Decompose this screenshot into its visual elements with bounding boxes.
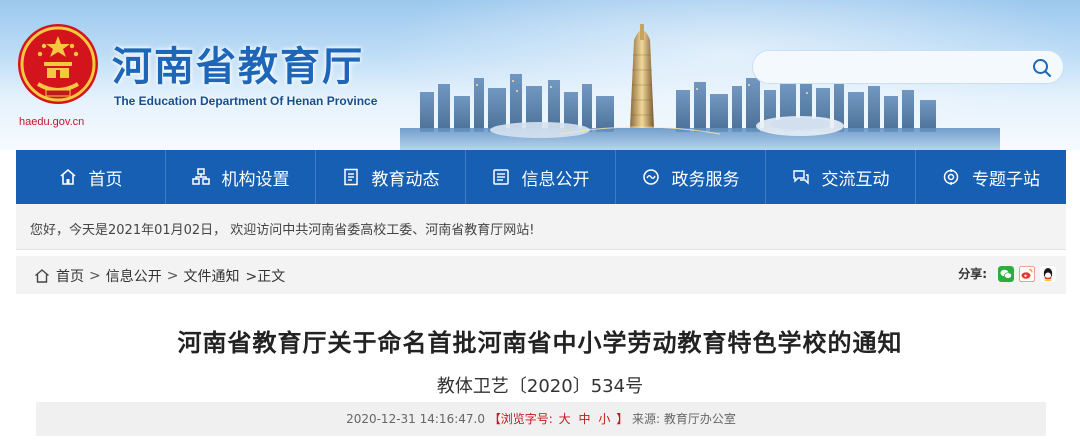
- search-input[interactable]: [767, 57, 1017, 77]
- home-icon: [59, 168, 76, 185]
- nav-item-info[interactable]: 信息公开: [466, 150, 616, 204]
- breadcrumb-home[interactable]: 首页: [56, 266, 84, 286]
- breadcrumb-separator: >: [89, 268, 101, 284]
- breadcrumb-bar: 首页 > 信息公开 > 文件通知 >正文 分享:: [16, 256, 1066, 294]
- fontsize-small[interactable]: 小: [598, 412, 610, 426]
- fontsize-close: 】: [616, 412, 629, 426]
- national-emblem-icon: [18, 24, 98, 104]
- article-meta: 2020-12-31 14:16:47.0 【浏览字号: 大 中 小 】 来源:…: [36, 402, 1046, 436]
- info-icon: [492, 169, 509, 185]
- share-panel: 分享:: [958, 265, 1056, 282]
- header-banner: haedu.gov.cn 河南省教育厅 The Education Depart…: [0, 0, 1080, 150]
- domain-text: haedu.gov.cn: [19, 116, 85, 128]
- nav-item-label: 政务服务: [671, 169, 740, 190]
- nav-item-label: 教育动态: [371, 169, 440, 190]
- nav-item-label: 专题子站: [972, 169, 1040, 190]
- news-icon: [343, 168, 358, 186]
- nav-item-label: 信息公开: [521, 169, 590, 190]
- nav-item-label: 首页: [88, 169, 123, 190]
- breadcrumb-current: >正文: [245, 269, 286, 285]
- nav-item-label: 交流互动: [821, 169, 890, 190]
- nav-item-home[interactable]: 首页: [16, 150, 166, 204]
- qq-icon[interactable]: [1040, 265, 1056, 282]
- welcome-bar: 您好，今天是2021年01月02日， 欢迎访问中共河南省委高校工委、河南省教育厅…: [16, 204, 1066, 250]
- share-label: 分享:: [958, 267, 987, 281]
- interaction-icon: [792, 170, 809, 185]
- breadcrumb-notices[interactable]: 文件通知: [183, 266, 239, 286]
- main-nav: 首页 机构设置 教育动态 信息公开 政务服务 交流互动 专题子站: [16, 150, 1066, 204]
- wechat-icon[interactable]: [998, 265, 1014, 282]
- fontsize-large[interactable]: 大: [559, 412, 571, 426]
- nav-item-label: 机构设置: [221, 169, 290, 190]
- nav-item-organization[interactable]: 机构设置: [166, 150, 316, 204]
- article-title: 河南省教育厅关于命名首批河南省中小学劳动教育特色学校的通知: [177, 329, 903, 357]
- home-icon: [35, 269, 49, 283]
- site-subtitle: The Education Department Of Henan Provin…: [114, 94, 378, 108]
- service-icon: [642, 169, 659, 185]
- site-title[interactable]: 河南省教育厅: [112, 34, 364, 92]
- fontsize-medium[interactable]: 中: [579, 412, 591, 426]
- nav-item-service[interactable]: 政务服务: [616, 150, 766, 204]
- search-icon[interactable]: [1031, 57, 1053, 79]
- welcome-text: 您好，今天是2021年01月02日， 欢迎访问中共河南省委高校工委、河南省教育厅…: [30, 223, 535, 238]
- weibo-icon[interactable]: [1019, 265, 1035, 282]
- source-label: 来源:: [632, 412, 661, 426]
- organization-icon: [191, 168, 210, 185]
- topic-icon: [943, 169, 959, 185]
- fontsize-label: 【浏览字号:: [488, 412, 553, 426]
- breadcrumb-separator: >: [166, 268, 179, 284]
- nav-item-topic[interactable]: 专题子站: [916, 150, 1066, 204]
- source-value: 教育厅办公室: [663, 412, 736, 426]
- nav-item-news[interactable]: 教育动态: [316, 150, 466, 204]
- document-number: 教体卫艺〔2020〕534号: [436, 376, 644, 397]
- publish-datetime: 2020-12-31 14:16:47.0: [346, 412, 485, 426]
- breadcrumb: 首页 > 信息公开 > 文件通知 >正文: [34, 266, 285, 286]
- breadcrumb-info[interactable]: 信息公开: [106, 266, 162, 286]
- search-box: [752, 50, 1064, 84]
- nav-item-interaction[interactable]: 交流互动: [766, 150, 916, 204]
